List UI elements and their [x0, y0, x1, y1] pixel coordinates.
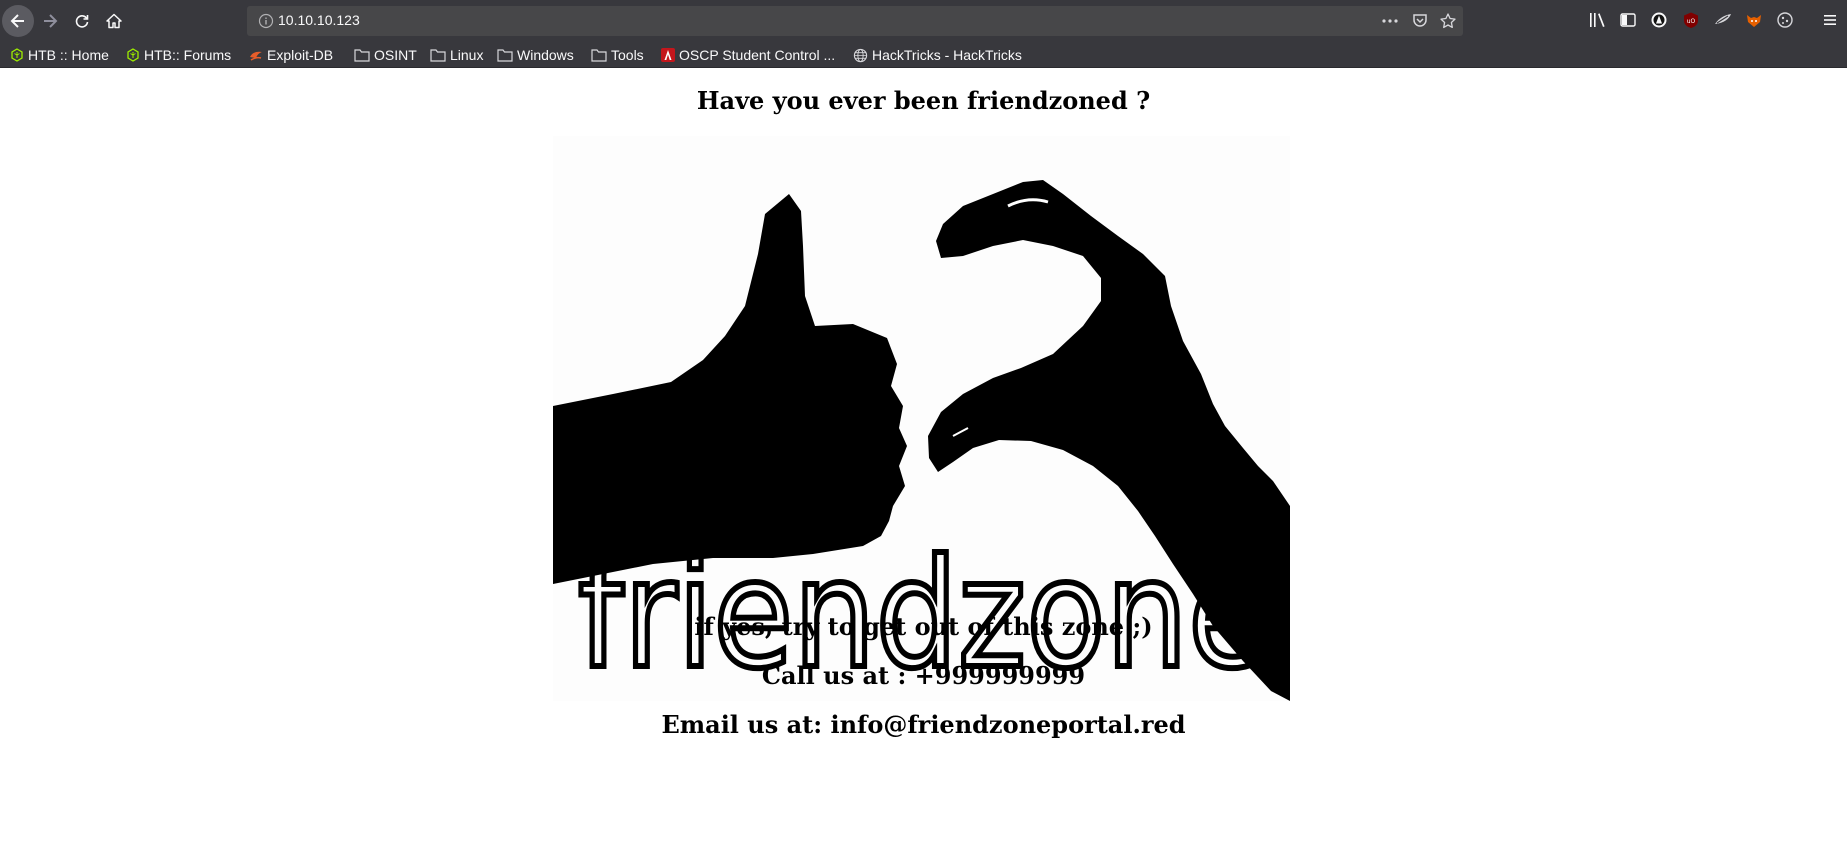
back-button[interactable]: [2, 5, 34, 37]
bookmark-exploit-db[interactable]: Exploit-DB: [249, 46, 333, 64]
globe-icon: [853, 48, 868, 63]
folder-icon: [354, 48, 370, 62]
site-info-icon[interactable]: [258, 13, 274, 33]
bookmark-star-icon[interactable]: [1440, 13, 1456, 33]
bookmark-label: HTB :: Home: [28, 47, 109, 63]
bookmark-folder-linux[interactable]: Linux: [430, 46, 483, 64]
reload-button[interactable]: [66, 5, 98, 37]
htb-icon: [10, 48, 24, 62]
page-content: Have you ever been friendzoned ? friendz…: [0, 68, 1847, 862]
cookie-icon[interactable]: [1777, 12, 1793, 32]
reload-icon: [75, 15, 89, 28]
bookmark-label: Tools: [611, 47, 644, 63]
folder-icon: [591, 48, 607, 62]
bookmark-hacktricks[interactable]: HackTricks - HackTricks: [853, 46, 1022, 64]
tagline-text: if yes, try to get out of this zone ;): [694, 612, 1153, 641]
foxyproxy-icon[interactable]: [1745, 12, 1763, 32]
bookmark-htb-home[interactable]: HTB :: Home: [10, 46, 109, 64]
bookmark-htb-forums[interactable]: HTB:: Forums: [126, 46, 231, 64]
bookmark-label: Exploit-DB: [267, 47, 334, 63]
arrow-left-icon: [10, 14, 24, 28]
bookmark-label: OSCP Student Control ...: [679, 47, 836, 63]
extension-stripes-icon[interactable]: [1714, 12, 1732, 32]
pocket-icon[interactable]: [1412, 13, 1428, 33]
bookmark-label: HackTricks - HackTricks: [872, 47, 1022, 63]
library-icon[interactable]: [1589, 12, 1607, 32]
hamburger-menu-icon[interactable]: [1822, 12, 1838, 32]
sidebar-icon[interactable]: [1620, 12, 1636, 32]
email-text: Email us at: info@friendzoneportal.red: [661, 710, 1186, 739]
bookmark-label: Linux: [450, 47, 484, 63]
page-title: Have you ever been friendzoned ?: [696, 86, 1151, 115]
exploitdb-icon: [249, 48, 263, 62]
bookmark-folder-windows[interactable]: Windows: [497, 46, 574, 64]
folder-icon: [430, 48, 446, 62]
bookmark-oscp-control[interactable]: OSCP Student Control ...: [661, 46, 835, 64]
extension-hacker-icon[interactable]: [1651, 12, 1667, 32]
bookmark-label: OSINT: [374, 47, 417, 63]
forward-button[interactable]: [34, 5, 66, 37]
bookmark-label: HTB:: Forums: [144, 47, 232, 63]
svg-text:uO: uO: [1687, 18, 1696, 25]
home-button[interactable]: [98, 5, 130, 37]
url-bar[interactable]: 10.10.10.123: [247, 6, 1463, 36]
bookmark-label: Windows: [517, 47, 574, 63]
page-actions-icon[interactable]: [1381, 13, 1399, 33]
url-text[interactable]: 10.10.10.123: [278, 12, 360, 28]
ublock-icon[interactable]: uO: [1683, 12, 1699, 32]
browser-toolbar: 10.10.10.123 uO: [0, 0, 1847, 42]
htb-icon: [126, 48, 140, 62]
bookmarks-toolbar: HTB :: Home HTB:: Forums Exploit-DB OSIN…: [0, 42, 1847, 68]
bookmark-folder-osint[interactable]: OSINT: [354, 46, 417, 64]
bookmark-folder-tools[interactable]: Tools: [591, 46, 644, 64]
offsec-icon: [661, 48, 675, 62]
arrow-right-icon: [44, 14, 58, 28]
home-icon: [106, 13, 122, 29]
folder-icon: [497, 48, 513, 62]
phone-text: Call us at : +999999999: [761, 661, 1086, 690]
